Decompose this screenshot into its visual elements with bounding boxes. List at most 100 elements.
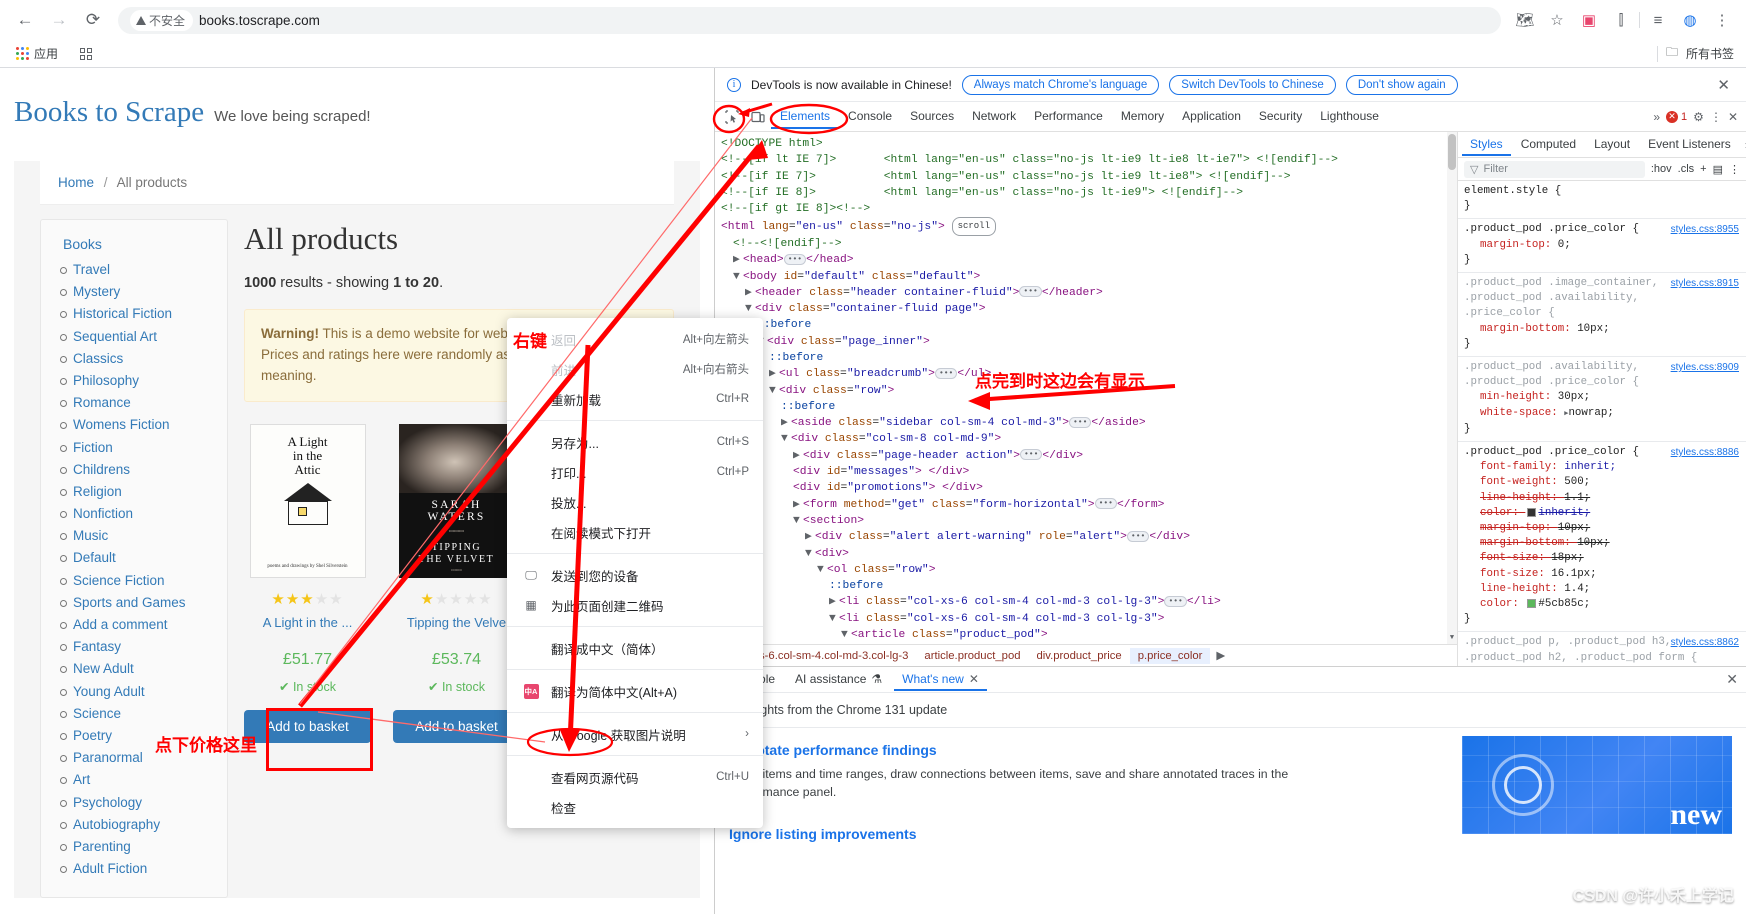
sidebar-item-add-a-comment[interactable]: Add a comment	[60, 617, 217, 632]
style-property-value[interactable]: #5cb85c;	[1538, 598, 1590, 610]
always-match-language-button[interactable]: Always match Chrome's language	[961, 74, 1160, 95]
dom-tree-line[interactable]: <!--[if gt IE 8]><!-->	[721, 201, 1457, 217]
style-declaration[interactable]: margin-top: 0;	[1464, 238, 1740, 253]
dom-tree-line[interactable]: ▼ <body id="default" class="default">	[721, 269, 1457, 285]
style-declaration[interactable]: font-size: 16.1px;	[1464, 567, 1740, 582]
sidebar-item-label[interactable]: Autobiography	[73, 817, 160, 832]
style-declaration[interactable]: font-weight: 500;	[1464, 475, 1740, 490]
sidebar-item-label[interactable]: Mystery	[73, 284, 120, 299]
scroll-down-icon[interactable]: ▼	[1447, 633, 1457, 644]
dom-tree-line[interactable]: ▶<div class="image container">•••</div>	[721, 643, 1457, 644]
dom-tree-line[interactable]: ::before	[721, 317, 1457, 333]
dom-tree-line[interactable]: ▼ <div>	[721, 546, 1457, 562]
sidebar-item-label[interactable]: New Adult	[73, 661, 134, 676]
sidebar-item-historical-fiction[interactable]: Historical Fiction	[60, 306, 217, 321]
apps-shortcut[interactable]: 应用	[12, 43, 62, 64]
style-property-value[interactable]: 30px;	[1558, 391, 1590, 403]
style-declaration[interactable]: line-height: 1.4;	[1464, 582, 1740, 597]
dom-tree-line[interactable]: <div id="messages"> </div>	[721, 464, 1457, 480]
style-property-name[interactable]: line-height:	[1464, 583, 1564, 595]
context-menu-item[interactable]: 🖵 发送到您的设备	[507, 560, 763, 590]
dom-tree-line[interactable]: <div id="promotions"> </div>	[721, 480, 1457, 496]
product-price[interactable]: £53.74	[393, 648, 520, 671]
address-bar[interactable]: 不安全 books.toscrape.com	[118, 6, 1501, 34]
plus-icon[interactable]: +	[1700, 163, 1706, 175]
style-property-value[interactable]: 10px;	[1577, 537, 1609, 549]
devtools-tab-console[interactable]: Console	[839, 105, 901, 129]
product-title-link[interactable]: Tipping the Velve	[407, 615, 506, 630]
context-menu-item[interactable]: 投放...	[507, 487, 763, 517]
sidebar-item-science-fiction[interactable]: Science Fiction	[60, 573, 217, 588]
sidebar-item-label[interactable]: Science	[73, 706, 121, 721]
context-menu-item[interactable]: 从 Google 获取图片说明 ›	[507, 719, 763, 749]
dom-tree-line[interactable]: ▼ <div class="col-sm-8 col-md-9">	[721, 431, 1457, 447]
style-declaration[interactable]: min-height: 30px;	[1464, 390, 1740, 405]
style-property-value[interactable]: 1.1;	[1564, 492, 1590, 504]
sidebar-item-label[interactable]: Romance	[73, 395, 131, 410]
dom-tree-line[interactable]: ▶ <header class="header container-fluid">…	[721, 285, 1457, 301]
styles-tab-styles[interactable]: Styles	[1462, 134, 1511, 156]
bookmark-star-icon[interactable]: ☆	[1543, 6, 1571, 34]
style-property-value[interactable]: 16.1px;	[1551, 568, 1596, 580]
sidebar-item-fantasy[interactable]: Fantasy	[60, 639, 217, 654]
dom-tree-line[interactable]: ▶ <li class="col-xs-6 col-sm-4 col-md-3 c…	[721, 594, 1457, 610]
dom-tree-line[interactable]: <html lang="en-us" class="no-js"> scroll	[721, 217, 1457, 236]
sidebar-item-label[interactable]: Default	[73, 550, 116, 565]
sidebar-item-nonfiction[interactable]: Nonfiction	[60, 506, 217, 521]
style-source-link[interactable]: styles.css:8886	[1671, 445, 1739, 460]
dom-tree-line[interactable]: ▼ <ol class="row">	[721, 562, 1457, 578]
styles-tab-layout[interactable]: Layout	[1586, 134, 1638, 156]
sidebar-item-label[interactable]: Fiction	[73, 440, 113, 455]
forward-arrow-icon[interactable]: →	[44, 5, 74, 35]
style-rule[interactable]: styles.css:8862 .product_pod p, .product_…	[1458, 632, 1746, 666]
dom-tree[interactable]: <!DOCTYPE html> <!--[if lt IE 7]> <html l…	[715, 132, 1457, 644]
sidebar-item-parenting[interactable]: Parenting	[60, 839, 217, 854]
add-to-basket-button[interactable]: Add to basket	[244, 710, 371, 744]
style-source-link[interactable]: styles.css:8909	[1671, 360, 1739, 375]
close-icon[interactable]: ✕	[1713, 76, 1734, 94]
sidebar-item-label[interactable]: Paranormal	[73, 750, 143, 765]
sidebar-item-label[interactable]: Psychology	[73, 795, 142, 810]
context-menu-item[interactable]: 另存为... Ctrl+S	[507, 427, 763, 457]
style-property-value[interactable]: 18px;	[1551, 552, 1583, 564]
style-selector[interactable]: .product_pod .price_color {	[1464, 375, 1740, 390]
sidebar-item-label[interactable]: Classics	[73, 351, 123, 366]
context-menu-item[interactable]: ▦ 为此页面创建二维码	[507, 590, 763, 620]
styles-rule-list[interactable]: element.style {} styles.css:8955 .product_…	[1458, 181, 1746, 666]
styles-filter-input[interactable]: ▽ Filter	[1464, 160, 1645, 178]
breadcrumb-home[interactable]: Home	[58, 175, 94, 190]
dom-tree-line[interactable]: ::before	[721, 399, 1457, 415]
book-cover-tipping-the-velvet[interactable]: SARAH WATERS •••••••••••• TIPPING THE VELVET…	[398, 423, 515, 578]
style-property-value[interactable]: 10px;	[1577, 323, 1609, 335]
chevron-double-right-icon[interactable]: »	[1741, 138, 1746, 152]
style-selector[interactable]: element.style {	[1464, 184, 1740, 199]
dom-tree-line[interactable]: <!--<![endif]-->	[721, 236, 1457, 252]
context-menu-item[interactable]: 在阅读模式下打开	[507, 517, 763, 547]
back-arrow-icon[interactable]: ←	[10, 5, 40, 35]
switch-devtools-to-chinese-button[interactable]: Switch DevTools to Chinese	[1169, 74, 1336, 95]
product-price[interactable]: £51.77	[244, 648, 371, 671]
drawer-tab-what-s-new[interactable]: What's new ✕	[894, 669, 987, 691]
sidebar-item-religion[interactable]: Religion	[60, 484, 217, 499]
dom-tree-line[interactable]: ▶ <aside class="sidebar col-sm-4 col-md-3…	[721, 415, 1457, 431]
sidebar-item-psychology[interactable]: Psychology	[60, 795, 217, 810]
devtools-tab-lighthouse[interactable]: Lighthouse	[1311, 105, 1388, 129]
context-menu-item[interactable]: 返回 Alt+向左箭头	[507, 324, 763, 354]
dom-tree-line[interactable]: ▶ <head> ••• </head>	[721, 252, 1457, 268]
style-property-value[interactable]: 500;	[1564, 476, 1590, 488]
style-rule[interactable]: element.style {}	[1458, 181, 1746, 220]
style-property-name[interactable]: min-height:	[1464, 391, 1558, 403]
dom-tree-line[interactable]: <!--[if lt IE 7]> <html lang="en-us" cla…	[721, 152, 1457, 168]
sidebar-item-label[interactable]: Adult Fiction	[73, 861, 147, 876]
dom-tree-line[interactable]: <!--[if IE 8]> <html lang="en-us" class=…	[721, 185, 1457, 201]
style-selector[interactable]: .product_pod .availability,	[1464, 291, 1740, 306]
style-property-value[interactable]: inherit;	[1564, 461, 1616, 473]
context-menu-item[interactable]: 重新加载 Ctrl+R	[507, 384, 763, 414]
sidebar-item-default[interactable]: Default	[60, 550, 217, 565]
dom-breadcrumb-more-icon[interactable]: ▶	[1210, 647, 1231, 664]
drawer-close-icon[interactable]: ✕	[1726, 671, 1738, 688]
style-declaration[interactable]: margin-bottom: 10px;	[1464, 536, 1740, 551]
style-declaration[interactable]: line-height: 1.1;	[1464, 491, 1740, 506]
sidebar-item-fiction[interactable]: Fiction	[60, 440, 217, 455]
chevron-double-right-icon[interactable]: »	[1653, 110, 1660, 124]
